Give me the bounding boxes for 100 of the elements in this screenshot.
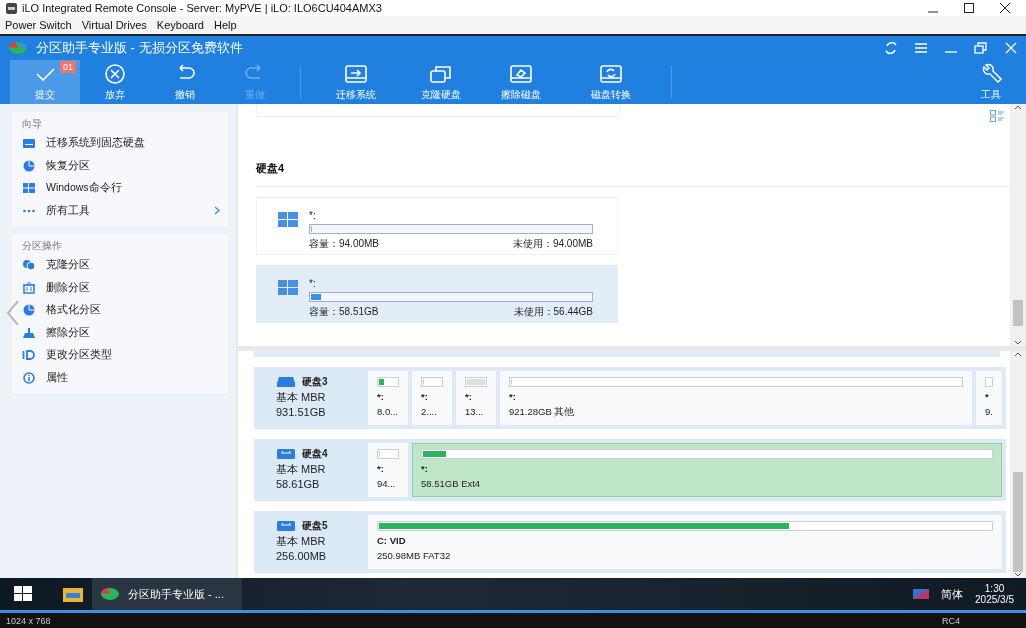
partition-label: *: bbox=[465, 390, 473, 402]
disk-size: 931.51GB bbox=[276, 405, 327, 418]
sidebar-item[interactable]: 格式化分区 bbox=[22, 299, 220, 322]
sidebar-item[interactable]: 更改分区类型 bbox=[22, 344, 220, 367]
item-label: 属性 bbox=[46, 370, 69, 385]
menu-item[interactable]: Help bbox=[213, 19, 237, 31]
partition-label: *: bbox=[421, 390, 429, 402]
sidebar-item[interactable]: 迁移系统到固态硬盘 bbox=[22, 132, 220, 155]
disk-row[interactable]: 硬盘4 基本 MBR 58.61GB *: 94... *: 58.51GB Ext4 bbox=[254, 438, 1006, 501]
partition-card[interactable]: *: 容量：94.00MB 未使用：94.00MB bbox=[256, 197, 618, 255]
item-label: 擦除分区 bbox=[46, 325, 91, 340]
sidebar-item[interactable]: 克隆分区 bbox=[22, 254, 220, 277]
toolbar-button[interactable]: 磁盘转换 bbox=[561, 60, 661, 104]
scroll-down-icon[interactable] bbox=[1014, 572, 1022, 578]
scroll-up-icon[interactable] bbox=[1014, 350, 1022, 357]
disk-type: 基本 MBR bbox=[276, 389, 327, 405]
sidebar-item[interactable]: 所有工具 bbox=[22, 199, 220, 222]
language-label[interactable]: 简体 bbox=[941, 586, 964, 602]
partition-info: 2.... bbox=[421, 405, 438, 417]
clock[interactable]: 1:30 2025/3/5 bbox=[963, 583, 1026, 605]
usage-bar bbox=[465, 376, 487, 387]
free-space-label: 未使用：56.44GB bbox=[513, 305, 593, 319]
disk-type: 基本 MBR bbox=[276, 461, 327, 477]
section-title: 向导 bbox=[22, 117, 43, 131]
capacity-label: 容量：58.51GB bbox=[309, 305, 379, 319]
toolbar-button[interactable]: 撤销 bbox=[150, 60, 220, 104]
section-title: 分区操作 bbox=[22, 239, 63, 253]
windows-icon bbox=[277, 210, 299, 230]
free-space-label: 未使用：94.00MB bbox=[512, 237, 593, 251]
close-icon[interactable] bbox=[1000, 3, 1010, 13]
scroll-down-icon[interactable] bbox=[1014, 340, 1022, 346]
partition-block[interactable]: *: 921.28GB 其他 bbox=[500, 370, 972, 425]
partition-block[interactable]: *: 2.... bbox=[412, 370, 452, 425]
trash-icon bbox=[22, 281, 36, 294]
partition-block[interactable]: *: 58.51GB Ext4 bbox=[412, 442, 1002, 497]
disk-name: 硬盘5 bbox=[302, 518, 328, 533]
partition-block[interactable]: C: VID 250.98MB FAT32 bbox=[368, 514, 1002, 569]
toolbar-button[interactable]: 擦除磁盘 bbox=[481, 60, 561, 104]
pie-icon bbox=[22, 304, 36, 317]
partition-name: *: bbox=[309, 210, 317, 221]
taskbar-item[interactable]: 分区助手专业版 - ... bbox=[92, 578, 242, 610]
sidebar-item[interactable]: 属性 bbox=[22, 366, 220, 389]
close-circle-icon bbox=[102, 62, 128, 85]
partition-block[interactable]: *: 94... bbox=[368, 442, 408, 497]
menu-item[interactable]: Power Switch bbox=[5, 19, 72, 31]
partition-block[interactable]: *: 8.0... bbox=[368, 370, 408, 425]
app-logo-icon bbox=[8, 41, 28, 55]
toolbar-button[interactable]: 放弃 bbox=[80, 60, 150, 104]
partition-info: 8.0... bbox=[377, 405, 399, 417]
disk-size: 58.61GB bbox=[276, 477, 321, 490]
sidebar-item[interactable]: 擦除分区 bbox=[22, 321, 220, 344]
item-label: 迁移系统到固态硬盘 bbox=[46, 136, 146, 151]
partition-block[interactable]: * 9. bbox=[976, 370, 1002, 425]
id-icon bbox=[22, 349, 36, 362]
partition-info: 9. bbox=[985, 405, 993, 417]
item-label: 更改分区类型 bbox=[46, 348, 113, 363]
restore-icon[interactable] bbox=[974, 42, 988, 54]
window-title: iLO Integrated Remote Console - Server: MyPVE | iLO: ILO6CU404AMX3 bbox=[22, 2, 382, 14]
scroll-up-icon[interactable] bbox=[1014, 104, 1022, 110]
partition-label: *: bbox=[509, 390, 517, 402]
disk-row[interactable]: 硬盘5 基本 MBR 256.00MB C: VID 250.98MB FAT32 bbox=[254, 510, 1006, 573]
drive-icon bbox=[22, 137, 36, 150]
partition-label: *: bbox=[377, 390, 385, 402]
toolbar-button[interactable]: 迁移系统 bbox=[311, 60, 401, 104]
disk-row[interactable]: 硬盘3 基本 MBR 931.51GB *: 8.0... *: 2.... *: 13... *: 921.28GB 其他 * 9. bbox=[254, 366, 1006, 429]
scrollbar-thumb[interactable] bbox=[1013, 300, 1023, 326]
maximize-icon[interactable] bbox=[964, 3, 974, 13]
info-icon bbox=[22, 371, 36, 384]
drive-icon bbox=[276, 447, 296, 460]
menu-item[interactable]: Keyboard bbox=[156, 19, 204, 31]
partition-card[interactable]: *: 容量：58.51GB 未使用：56.44GB bbox=[256, 265, 618, 323]
refresh-icon[interactable] bbox=[884, 41, 898, 55]
usage-bar bbox=[421, 376, 443, 387]
disk-name: 硬盘3 bbox=[302, 374, 328, 389]
app-icon bbox=[6, 2, 17, 14]
drive-refresh-icon bbox=[598, 62, 624, 85]
scrollbar[interactable] bbox=[1010, 104, 1026, 346]
input-method-icon[interactable] bbox=[913, 588, 930, 600]
menu-item[interactable]: Virtual Drives bbox=[81, 19, 147, 31]
view-toggle-icon[interactable] bbox=[990, 110, 1004, 122]
sidebar-item[interactable]: Windows命令行 bbox=[22, 177, 220, 200]
menu-icon[interactable] bbox=[914, 42, 928, 54]
drive-icon bbox=[276, 375, 296, 388]
sidebar-item[interactable]: 删除分区 bbox=[22, 276, 220, 299]
scrollbar[interactable] bbox=[1010, 350, 1026, 578]
partition-block[interactable]: *: 13... bbox=[456, 370, 496, 425]
app-logo-icon bbox=[100, 587, 120, 601]
item-label: 格式化分区 bbox=[46, 303, 102, 318]
toolbar-button[interactable]: 克隆硬盘 bbox=[401, 60, 481, 104]
scrollbar-thumb[interactable] bbox=[1013, 472, 1023, 572]
folder-icon[interactable] bbox=[62, 585, 84, 603]
tools-button[interactable]: 工具 bbox=[966, 60, 1016, 104]
item-label: 克隆分区 bbox=[46, 258, 91, 273]
item-label: 恢复分区 bbox=[46, 158, 91, 173]
partition-info: 921.28GB 其他 bbox=[509, 405, 576, 419]
disk-size: 256.00MB bbox=[276, 549, 328, 562]
pie-icon bbox=[22, 159, 36, 172]
disk-type: 基本 MBR bbox=[276, 533, 327, 549]
sidebar-item[interactable]: 恢复分区 bbox=[22, 154, 220, 177]
partition-label: C: VID bbox=[377, 534, 407, 546]
